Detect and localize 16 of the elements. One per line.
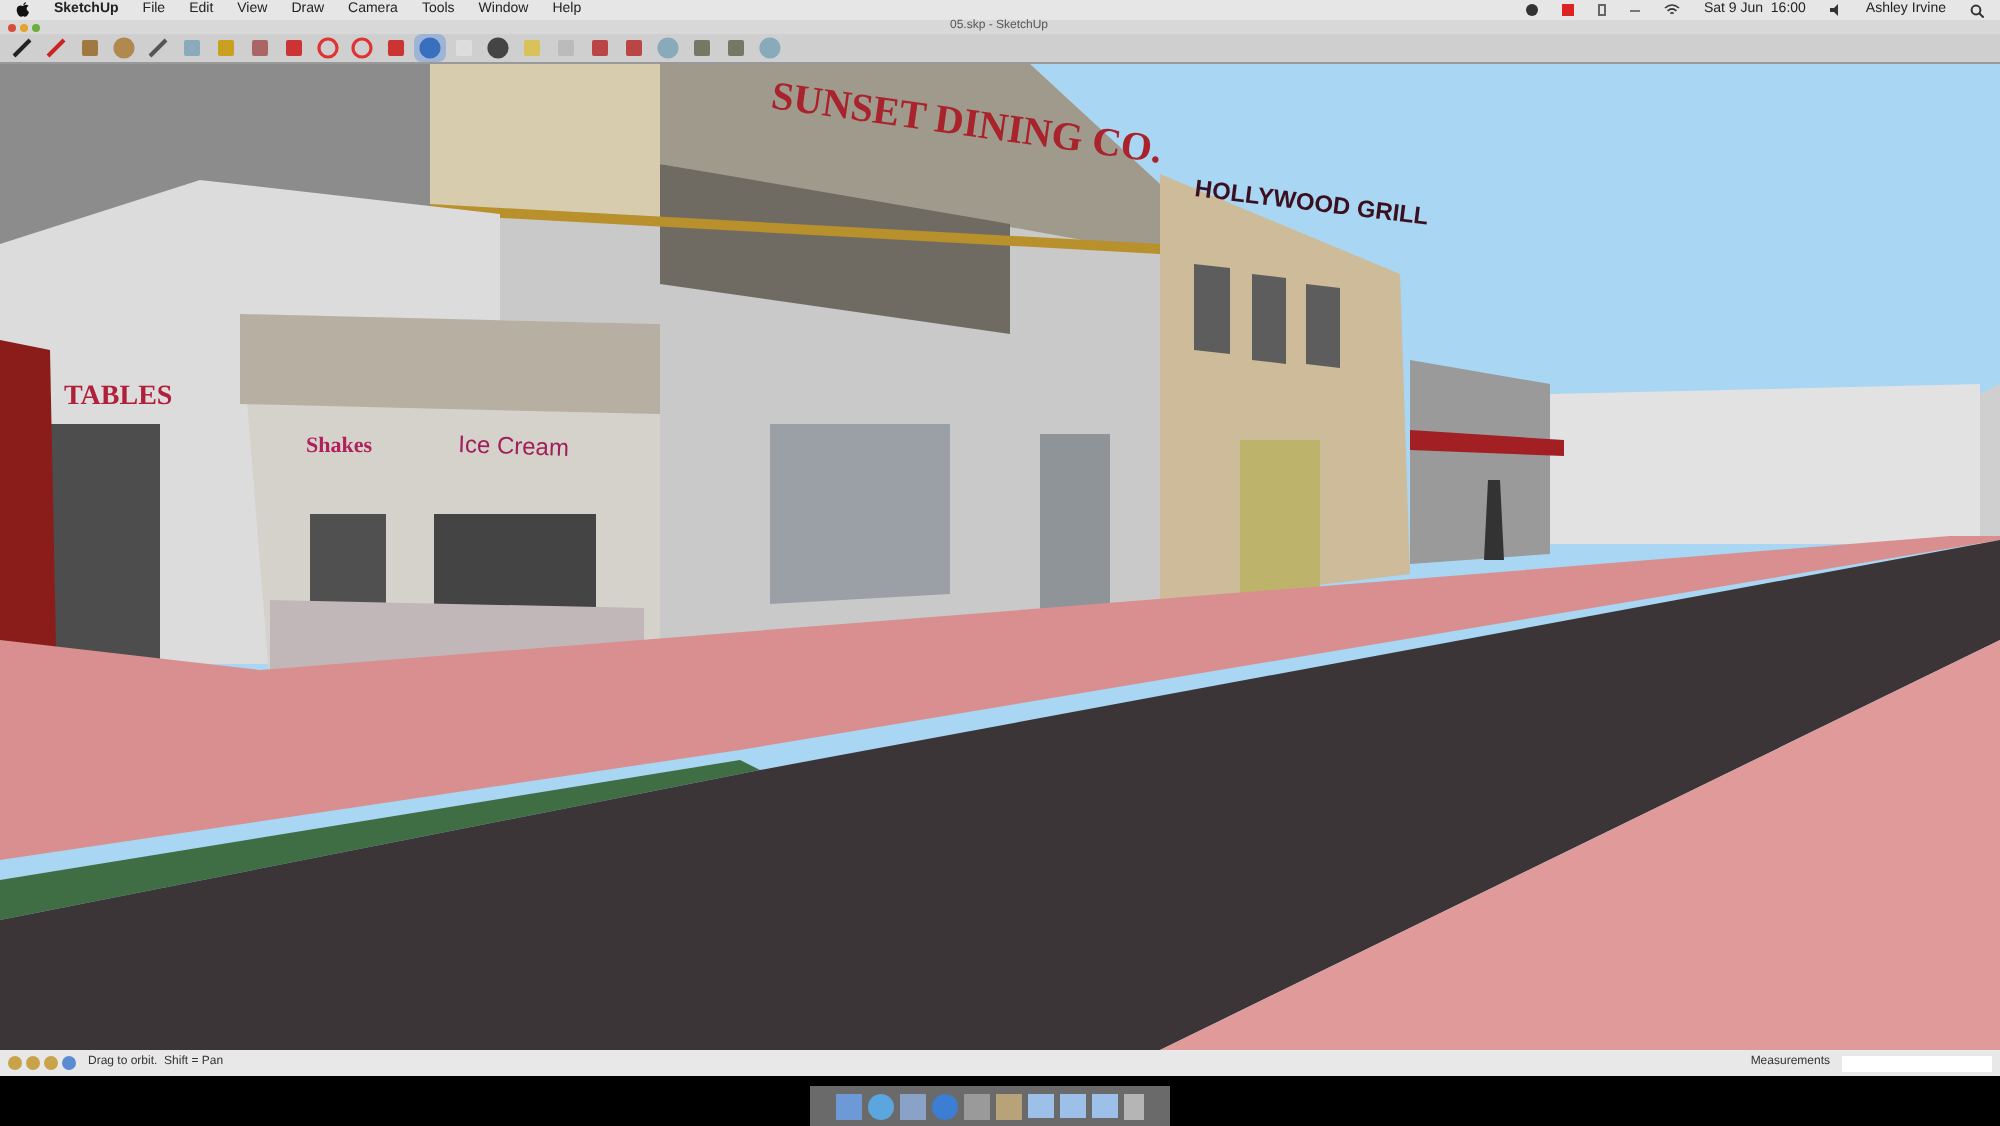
speaker-icon[interactable] <box>1829 4 1842 16</box>
status-app-icon[interactable] <box>1561 4 1574 16</box>
search-icon[interactable] <box>1970 3 1984 17</box>
person-figure <box>1484 480 1504 560</box>
close-button[interactable] <box>8 23 16 31</box>
sign-text: HOLLYWOOD GRILL <box>1193 174 1431 231</box>
sign-text: TABLES <box>64 382 173 412</box>
apple-icon[interactable] <box>16 2 30 18</box>
orbit-tool-icon[interactable] <box>414 34 446 62</box>
circle-tool-icon[interactable] <box>108 34 140 62</box>
sign-text: Ice Cream <box>457 430 570 462</box>
sign-text: Shakes <box>306 434 373 458</box>
zoom-button[interactable] <box>32 23 40 31</box>
minimize-button[interactable] <box>20 23 28 31</box>
sign-text: SUNSET DINING CO. <box>768 74 1165 173</box>
wifi-icon[interactable] <box>1663 4 1680 16</box>
